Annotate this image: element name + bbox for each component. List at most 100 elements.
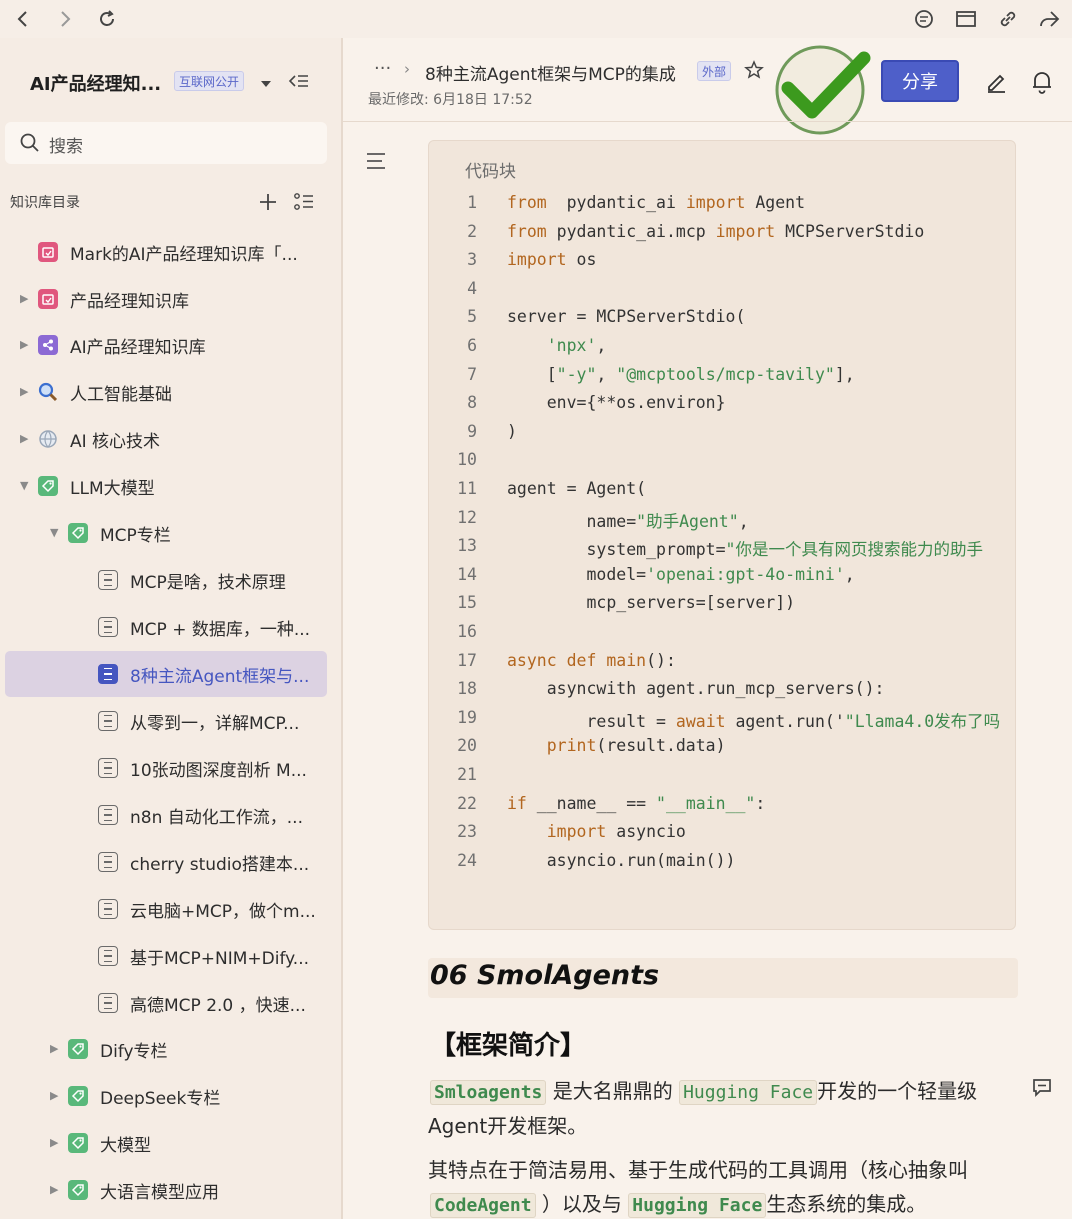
line-number: 4 <box>467 278 477 298</box>
green-tag-icon <box>38 476 58 496</box>
code-keyword: import <box>507 822 607 842</box>
sidebar-item[interactable]: 高德MCP 2.0 ，快速... <box>0 983 341 1023</box>
sidebar-item[interactable]: ▶ DeepSeek专栏 <box>0 1076 341 1116</box>
code-line: 23 import asyncio <box>429 822 1015 850</box>
forward-icon[interactable] <box>52 6 78 32</box>
code-string: 'openai:gpt-4o-mini' <box>646 564 845 584</box>
sidebar-item[interactable]: 基于MCP+NIM+Dify... <box>0 936 341 976</box>
line-number: 12 <box>457 507 477 527</box>
sidebar-item[interactable]: 云电脑+MCP，做个m... <box>0 889 341 929</box>
sidebar-item[interactable]: MCP是啥，技术原理 <box>0 560 341 600</box>
sidebar-item-label: MCP + 数据库，一种... <box>130 620 311 640</box>
sidebar-item[interactable]: n8n 自动化工作流，... <box>0 795 341 835</box>
reload-icon[interactable] <box>94 6 120 32</box>
line-number: 23 <box>457 822 477 842</box>
sidebar-item-label: MCP专栏 <box>100 526 171 546</box>
doc-icon <box>98 852 118 872</box>
sidebar-item[interactable]: MCP + 数据库，一种... <box>0 607 341 647</box>
code-text: env={**os.environ} <box>507 393 726 412</box>
code-token: mcp_servers=[server]) <box>507 593 796 613</box>
sidebar-item[interactable]: ▶ AI 核心技术 <box>0 419 341 459</box>
collapse-arrow-icon[interactable]: ▶ <box>20 432 28 445</box>
comment-bubble-icon[interactable] <box>1031 1076 1053 1102</box>
code-line: 18 asyncwith agent.run_mcp_servers(): <box>429 679 1015 707</box>
outline-menu-icon[interactable] <box>365 151 387 175</box>
collapse-arrow-icon[interactable]: ▶ <box>20 292 28 305</box>
code-line: 21 <box>429 765 1015 793</box>
expand-arrow-icon[interactable]: ▼ <box>20 479 28 492</box>
pink-calendar-icon <box>38 242 58 262</box>
collapse-arrow-icon[interactable]: ▶ <box>20 385 28 398</box>
sidebar-item[interactable]: ▶ AI产品经理知识库 <box>0 325 341 365</box>
knowledge-base-title[interactable]: AI产品经理知... <box>30 70 161 96</box>
link-icon[interactable] <box>995 6 1021 32</box>
line-number: 2 <box>467 221 477 241</box>
code-keyword: import <box>507 250 567 270</box>
section-heading-text: 06 SmolAgents <box>430 960 660 991</box>
code-string: "@mcptools/mcp-tavily" <box>616 364 835 384</box>
paragraph-text: 开发的一个轻量级 <box>817 1079 978 1103</box>
collapse-sidebar-icon[interactable] <box>288 71 310 95</box>
sidebar-item-label: 大语言模型应用 <box>100 1183 219 1203</box>
doc-icon <box>98 570 118 590</box>
line-number: 5 <box>467 307 477 327</box>
collapse-arrow-icon[interactable]: ▶ <box>50 1042 58 1055</box>
collapse-arrow-icon[interactable]: ▶ <box>20 338 28 351</box>
pink-calendar-icon <box>38 289 58 309</box>
code-token: MCPServerStdio <box>775 221 925 241</box>
sidebar-item[interactable]: ▶ 产品经理知识库 <box>0 279 341 319</box>
toc-title: 知识库目录 <box>10 195 80 211</box>
line-number: 15 <box>457 593 477 613</box>
outline-list-icon[interactable] <box>293 192 315 216</box>
green-tag-icon <box>68 1039 88 1059</box>
line-number: 7 <box>467 364 477 384</box>
breadcrumb-more[interactable]: ··· <box>374 58 391 79</box>
sidebar-item-label: 高德MCP 2.0 ，快速... <box>130 996 306 1016</box>
sidebar-item[interactable]: cherry studio搭建本... <box>0 842 341 882</box>
star-icon[interactable] <box>744 60 764 84</box>
code-line: 24 asyncio.run(main()) <box>429 851 1015 879</box>
collapse-arrow-icon[interactable]: ▶ <box>50 1089 58 1102</box>
line-number: 14 <box>457 564 477 584</box>
sidebar-item[interactable]: ▼ MCP专栏 <box>0 513 341 553</box>
magnifier-icon <box>38 382 58 402</box>
sidebar-item[interactable]: ▶ Dify专栏 <box>0 1029 341 1069</box>
paragraph-2-line-1: 其特点在于简洁易用、基于生成代码的工具调用（核心抽象叫 <box>428 1158 968 1182</box>
code-text: result = await agent.run('"Llama4.0发布了吗 <box>507 708 1000 732</box>
code-text: agent = Agent( <box>507 479 646 498</box>
code-token: , <box>596 336 607 355</box>
header-divider <box>343 121 1072 122</box>
code-token: , <box>844 564 855 584</box>
code-string: "-y" <box>556 364 597 384</box>
forward-share-icon[interactable] <box>1036 6 1062 32</box>
sidebar-item[interactable]: ▼ LLM大模型 <box>0 466 341 506</box>
code-line: 20 print(result.data) <box>429 736 1015 764</box>
window-icon[interactable] <box>953 6 979 32</box>
sidebar-item[interactable]: ▶ 大语言模型应用 <box>0 1170 341 1210</box>
code-block[interactable]: 代码块 1 from pydantic_ai import Agent 2 from … <box>428 140 1016 930</box>
code-token: name= <box>507 511 637 531</box>
bell-icon[interactable] <box>1031 70 1053 98</box>
sidebar-item[interactable]: Mark的AI产品经理知识库「... <box>0 232 341 272</box>
edit-icon[interactable] <box>985 71 1007 97</box>
sidebar-item[interactable]: 从零到一，详解MCP... <box>0 701 341 741</box>
sidebar-item[interactable]: ▶ 大模型 <box>0 1123 341 1163</box>
back-icon[interactable] <box>10 6 36 32</box>
paragraph-2-line-2: CodeAgent ）以及与 Hugging Face 生态系统的集成。 <box>430 1188 926 1218</box>
line-number: 6 <box>467 336 477 355</box>
add-icon[interactable] <box>258 192 278 216</box>
code-token: [ <box>507 364 557 384</box>
search-input[interactable]: 搜索 <box>5 122 327 164</box>
comment-icon[interactable] <box>911 6 937 32</box>
sidebar-item[interactable]: 10张动图深度剖析 M... <box>0 748 341 788</box>
code-line: 17 async def main(): <box>429 651 1015 679</box>
dropdown-arrow-icon[interactable] <box>260 74 272 93</box>
doc-icon <box>98 805 118 825</box>
collapse-arrow-icon[interactable]: ▶ <box>50 1136 58 1149</box>
sidebar-item[interactable]: ▶ 人工智能基础 <box>0 372 341 412</box>
code-string: "__main__" <box>656 793 756 813</box>
share-button[interactable]: 分享 <box>881 60 959 102</box>
collapse-arrow-icon[interactable]: ▶ <box>50 1183 58 1196</box>
expand-arrow-icon[interactable]: ▼ <box>50 526 58 539</box>
sidebar-item[interactable]: 8种主流Agent框架与... <box>5 651 327 697</box>
